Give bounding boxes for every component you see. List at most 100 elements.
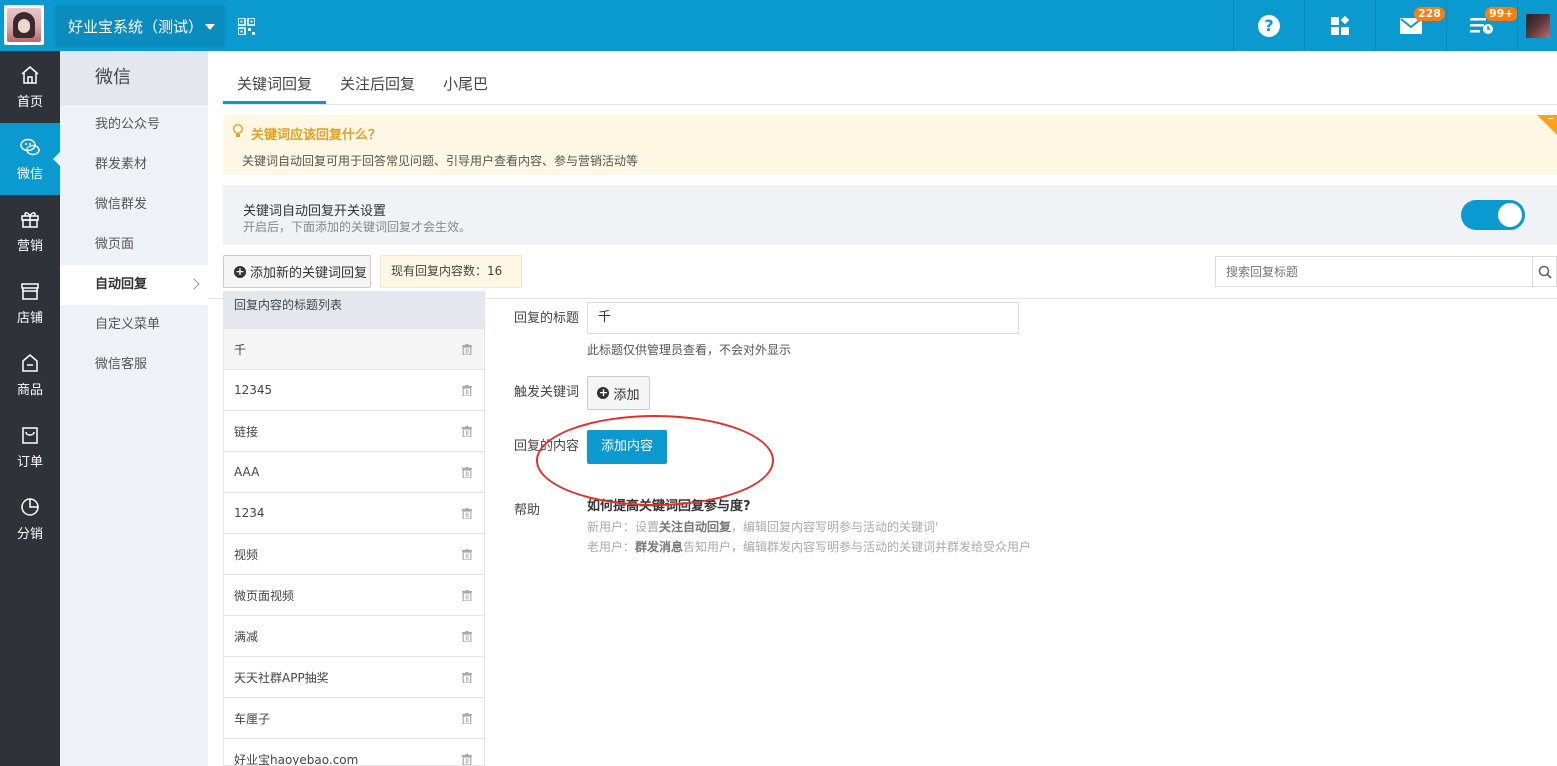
list-item-label: 12345 [234, 383, 273, 397]
list-item[interactable]: 车厘子 [224, 698, 484, 739]
sub-nav-item-auto-reply[interactable]: 自动回复 [60, 265, 208, 305]
minus-icon [1548, 118, 1554, 119]
help-icon: ? [1258, 14, 1280, 37]
add-content-button[interactable]: 添加内容 [587, 430, 667, 464]
list-item-label: 视频 [234, 547, 259, 562]
list-item[interactable]: 好业宝haoyebao.com [224, 739, 484, 766]
system-selector[interactable]: 好业宝系统（测试） [55, 5, 225, 47]
search-button[interactable] [1532, 257, 1556, 286]
help-old-bold: 群发消息 [635, 540, 684, 554]
gift-icon [21, 211, 39, 228]
sub-nav-item-materials[interactable]: 群发素材 [60, 145, 208, 185]
app-logo[interactable] [4, 5, 44, 45]
mail-button[interactable]: 228 [1375, 0, 1446, 51]
tab-keyword-reply[interactable]: 关键词回复 [223, 67, 327, 104]
nav-item-product[interactable]: 商品 [0, 339, 60, 411]
main-content: 关键词回复 关注后回复 小尾巴 关键词应该回复什么？ 关键词自动回复可用于回答常… [208, 51, 1557, 766]
auto-reply-switch-box: 关键词自动回复开关设置 开启后，下面添加的关键词回复才会生效。 [223, 185, 1557, 245]
tip-box: 关键词应该回复什么？ 关键词自动回复可用于回答常见问题、引导用户查看内容、参与营… [223, 115, 1557, 175]
reply-count: 现有回复内容数：16 [380, 255, 522, 288]
tip-desc: 关键词自动回复可用于回答常见问题、引导用户查看内容、参与营销活动等 [242, 154, 639, 168]
pie-icon [21, 497, 39, 516]
trash-icon[interactable] [462, 671, 472, 683]
trash-icon[interactable] [462, 753, 472, 765]
tip-corner-close[interactable] [1537, 115, 1557, 135]
sub-nav-item-accounts[interactable]: 我的公众号 [60, 105, 208, 145]
list-item[interactable]: 12345 [224, 370, 484, 411]
nav-item-home[interactable]: 首页 [0, 51, 60, 123]
search-box [1215, 256, 1557, 287]
help-old-user: 老用户：群发消息告知用户，编辑群发内容写明参与活动的关键词并群发给受众用户 [587, 538, 1031, 555]
tasks-button[interactable]: 99+ [1446, 0, 1518, 51]
trash-icon[interactable] [462, 712, 472, 724]
help-new-prefix: 新用户：设置 [587, 520, 660, 534]
nav-item-order[interactable]: 订单 [0, 411, 60, 483]
store-icon [21, 282, 39, 300]
list-item[interactable]: 微页面视频 [224, 575, 484, 616]
list-item[interactable]: 视频 [224, 534, 484, 575]
trash-icon[interactable] [462, 425, 472, 437]
tip-title: 关键词应该回复什么？ [251, 128, 382, 143]
list-item-label: 好业宝haoyebao.com [234, 752, 359, 766]
list-item[interactable]: 链接 [224, 411, 484, 452]
help-title: 如何提高关键词回复参与度? [587, 499, 751, 514]
list-item-label: AAA [234, 465, 260, 479]
list-item-label: 满减 [234, 629, 259, 644]
nav-item-distribution[interactable]: 分销 [0, 483, 60, 555]
sub-nav-title: 微信 [60, 51, 208, 105]
add-keyword-reply-button[interactable]: + 添加新的关键词回复 [223, 255, 371, 288]
trash-icon[interactable] [462, 343, 472, 355]
trash-icon[interactable] [462, 507, 472, 519]
trash-icon[interactable] [462, 548, 472, 560]
sub-nav-item-customer-service[interactable]: 微信客服 [60, 345, 208, 385]
help-label: 帮助 [514, 503, 541, 518]
sub-nav-item-micropage[interactable]: 微页面 [60, 225, 208, 265]
nav-item-label: 首页 [16, 94, 43, 110]
switch-title: 关键词自动回复开关设置 [243, 204, 387, 219]
sub-nav-item-broadcast[interactable]: 微信群发 [60, 185, 208, 225]
search-input[interactable] [1216, 257, 1534, 286]
plus-circle-icon: + [597, 386, 610, 399]
avatar [1525, 13, 1550, 38]
user-menu[interactable] [1517, 0, 1557, 51]
home-icon [21, 65, 39, 84]
trash-icon[interactable] [462, 466, 472, 478]
tasks-badge: 99+ [1485, 7, 1518, 21]
auto-reply-toggle[interactable] [1461, 200, 1525, 230]
trash-icon[interactable] [462, 589, 472, 601]
main-nav: 首页 微信 营销 店铺 商品 订单 分销 [0, 51, 60, 766]
qrcode-icon[interactable] [238, 18, 255, 35]
nav-item-label: 订单 [16, 454, 43, 470]
list-item[interactable]: 1234 [224, 493, 484, 534]
reply-title-list: 回复内容的标题列表 千 12345 链接 AAA 1234 视频 微页面视频 满减 天天社群AP… [223, 291, 485, 766]
trash-icon[interactable] [462, 384, 472, 396]
apps-icon [1331, 15, 1350, 35]
help-new-user: 新用户：设置关注自动回复，编辑回复内容写明参与活动的关键词' [587, 518, 938, 535]
apps-button[interactable] [1304, 0, 1375, 51]
list-item[interactable]: 天天社群APP抽奖 [224, 657, 484, 698]
list-item-label: 1234 [234, 506, 265, 520]
list-item[interactable]: AAA [224, 452, 484, 493]
plus-circle-icon: + [234, 264, 246, 278]
nav-item-wechat[interactable]: 微信 [0, 123, 60, 195]
nav-item-marketing[interactable]: 营销 [0, 195, 60, 267]
sub-nav-item-custom-menu[interactable]: 自定义菜单 [60, 305, 208, 345]
list-item[interactable]: 满减 [224, 616, 484, 657]
title-input[interactable]: 千 [587, 302, 1019, 334]
tab-follow-reply[interactable]: 关注后回复 [326, 67, 429, 104]
reply-tabs: 关键词回复 关注后回复 小尾巴 [223, 67, 1557, 105]
list-item[interactable]: 千 [224, 329, 484, 370]
nav-item-store[interactable]: 店铺 [0, 267, 60, 339]
nav-item-label: 微信 [16, 166, 43, 182]
chevron-right-icon [188, 278, 200, 290]
list-item-label: 千 [234, 342, 247, 357]
help-button[interactable]: ? [1233, 0, 1304, 51]
list-item-label: 车厘子 [234, 711, 271, 726]
help-new-bold: 关注自动回复 [659, 520, 732, 534]
trash-icon[interactable] [462, 630, 472, 642]
tab-tail[interactable]: 小尾巴 [429, 67, 502, 104]
list-item-label: 天天社群APP抽奖 [234, 670, 329, 685]
add-keyword-button[interactable]: + 添加 [587, 376, 650, 410]
help-old-prefix: 老用户： [587, 540, 636, 554]
title-label: 回复的标题 [514, 311, 580, 326]
